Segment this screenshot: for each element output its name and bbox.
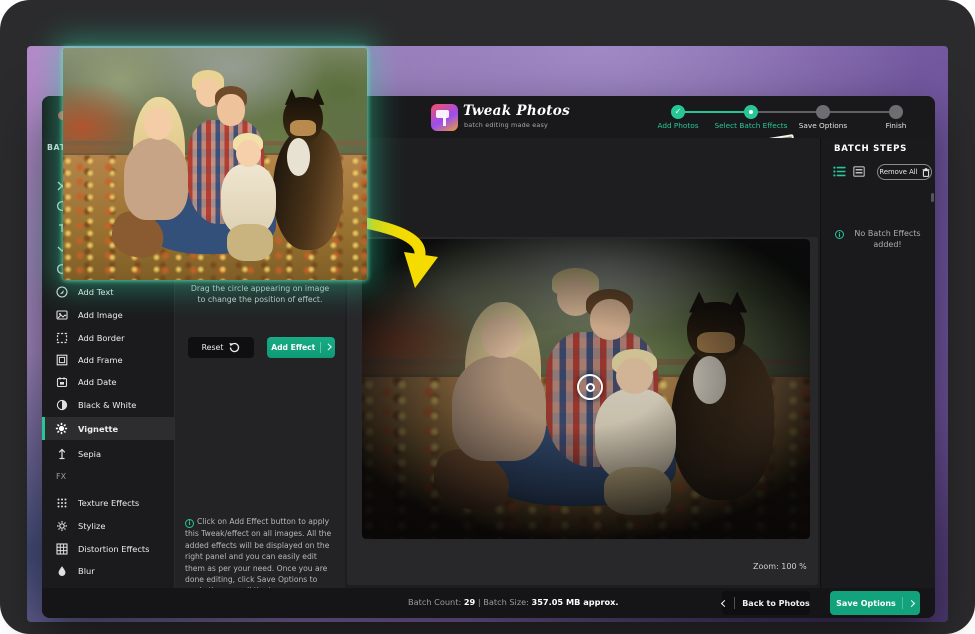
step-connector	[757, 111, 817, 113]
vignette-position-handle[interactable]	[577, 374, 603, 400]
button-divider	[902, 597, 903, 609]
image-icon	[55, 308, 68, 321]
remove-all-label: Remove All	[879, 168, 917, 176]
gear-icon	[55, 519, 68, 532]
chevron-left-icon	[721, 599, 728, 606]
sidebar-item-label: Black & White	[78, 400, 136, 410]
active-step-dot	[749, 110, 753, 114]
button-divider	[320, 342, 321, 353]
droplet-icon	[55, 564, 68, 577]
zoom-level-label: Zoom: 100 %	[753, 562, 807, 571]
trash-icon	[922, 168, 930, 177]
reset-button[interactable]: Reset	[188, 337, 254, 358]
app-tagline: batch editing made easy	[464, 121, 548, 129]
sidebar-item-label: Add Image	[78, 310, 123, 320]
chevron-right-icon	[325, 344, 331, 350]
sidebar-item-black-white[interactable]: Black & White	[42, 393, 175, 416]
calendar-icon	[55, 375, 68, 388]
empty-message-text: No Batch Effects added!	[852, 228, 923, 250]
sidebar-item-sepia[interactable]: Sepia	[42, 442, 175, 465]
family-photo	[63, 48, 367, 280]
sidebar-item-label: Add Border	[78, 333, 125, 343]
screenshot-stage: Tweak Photos batch editing made easy ✓ A…	[0, 0, 975, 634]
step-add-photos-icon[interactable]: ✓	[671, 105, 685, 119]
sidebar-item-label: Blur	[78, 566, 95, 576]
batch-summary: Batch Count: 29 | Batch Size: 357.05 MB …	[408, 597, 619, 607]
sidebar-item-label: Sepia	[78, 449, 101, 459]
sidebar-item-label: Distortion Effects	[78, 544, 150, 554]
info-icon: i	[835, 230, 844, 239]
sidebar-item-add-border[interactable]: Add Border	[42, 326, 175, 349]
black-white-icon	[55, 398, 68, 411]
batch-steps-panel: BATCH STEPS Remove All i No Batch Effect…	[820, 138, 935, 588]
step-save-options-icon[interactable]	[816, 105, 830, 119]
sidebar-item-stylize[interactable]: Stylize	[42, 514, 175, 537]
vignette-hint-text: Drag the circle appearing on image to ch…	[187, 283, 333, 306]
info-icon: i	[185, 519, 194, 528]
list-view-icon[interactable]	[833, 166, 846, 177]
chevron-right-icon	[908, 599, 915, 606]
sidebar-item-add-image[interactable]: Add Image	[42, 303, 175, 326]
back-button-label: Back to Photos	[742, 599, 810, 608]
step-connector-done	[684, 111, 746, 113]
sidebar-item-add-date[interactable]: Add Date	[42, 370, 175, 393]
info-text-body: Click on Add Effect button to apply this…	[185, 517, 331, 595]
save-options-button[interactable]: Save Options	[830, 591, 920, 615]
separator: |	[478, 597, 481, 607]
batch-size-value: 357.05 MB approx.	[532, 597, 619, 607]
sidebar-item-label: Add Frame	[78, 355, 123, 365]
effect-info-text: iClick on Add Effect button to apply thi…	[185, 516, 336, 597]
texture-dots-icon	[55, 496, 68, 509]
sidebar-item-vignette[interactable]: Vignette	[42, 417, 175, 440]
app-logo-icon	[431, 104, 458, 131]
dashed-border-icon	[55, 331, 68, 344]
sidebar-item-label: Stylize	[78, 521, 106, 531]
sidebar-item-label: Texture Effects	[78, 498, 139, 508]
panel-scrollbar[interactable]	[931, 193, 934, 202]
reset-label: Reset	[202, 343, 224, 352]
step-label-finish[interactable]: Finish	[848, 121, 935, 130]
step-finish-icon[interactable]	[889, 105, 903, 119]
sidebar-item-add-frame[interactable]: Add Frame	[42, 348, 175, 371]
sidebar-item-texture-effects[interactable]: Texture Effects	[42, 491, 175, 514]
sidebar-item-label: Add Text	[78, 287, 113, 297]
sepia-icon	[55, 447, 68, 460]
grid-view-icon[interactable]	[853, 166, 866, 177]
vignette-gear-icon	[55, 422, 68, 435]
grid-icon	[55, 542, 68, 555]
sidebar-item-distortion-effects[interactable]: Distortion Effects	[42, 537, 175, 560]
sidebar-item-add-text[interactable]: Add Text	[42, 280, 175, 303]
paint-roller-handle	[443, 117, 446, 126]
batch-count-value: 29	[464, 597, 475, 607]
back-to-photos-button[interactable]: Back to Photos	[722, 591, 810, 615]
source-photo-popout	[63, 48, 367, 280]
sidebar-item-label: Add Date	[78, 377, 117, 387]
batch-size-label: Batch Size:	[483, 597, 529, 607]
target-inner-ring	[586, 383, 595, 392]
empty-state-message: i No Batch Effects added!	[835, 228, 923, 250]
sidebar-item-label: Vignette	[78, 424, 118, 434]
app-title: Tweak Photos	[463, 103, 570, 119]
check-icon: ✓	[675, 108, 682, 116]
batch-steps-title: BATCH STEPS	[834, 144, 907, 154]
add-effect-label: Add Effect	[271, 343, 315, 352]
sidebar-item-blur[interactable]: Blur	[42, 559, 175, 582]
batch-count-label: Batch Count:	[408, 597, 461, 607]
save-button-label: Save Options	[836, 599, 896, 608]
step-connector	[829, 111, 890, 113]
pen-icon	[55, 285, 68, 298]
add-effect-button[interactable]: Add Effect	[267, 337, 335, 358]
button-divider	[734, 597, 735, 609]
footer-bar: Batch Count: 29 | Batch Size: 357.05 MB …	[42, 588, 935, 618]
remove-all-button[interactable]: Remove All	[877, 164, 932, 180]
reset-rotate-icon	[229, 342, 240, 353]
fx-section-label: FX	[56, 472, 66, 481]
frame-icon	[55, 353, 68, 366]
step-select-batch-effects-icon[interactable]	[744, 105, 758, 119]
